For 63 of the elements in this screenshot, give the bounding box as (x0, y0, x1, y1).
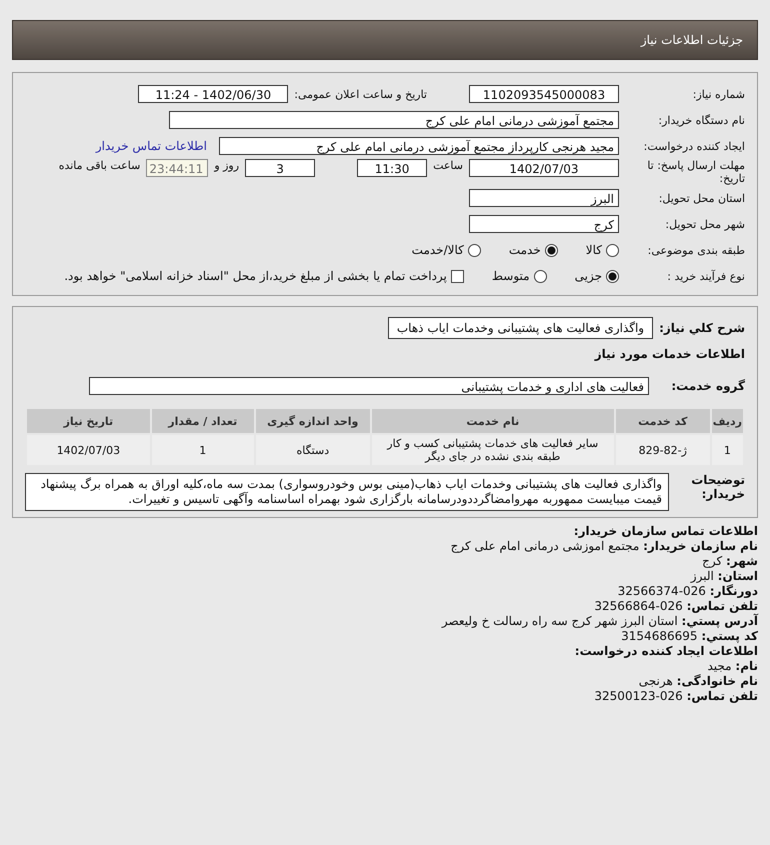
contact-line: آدرس پستي: استان البرز شهر کرج سه راه رسالت خ ولیعصر (442, 614, 758, 628)
buyer-notes-field: واگذاری فعالیت های پشتیبانی وخدمات ایاب ذهاب(مینی بوس وخودروسواری) بمدت سه ماه،کلیه اوراق به همراه برگ پیشنهاد قیمت میبایست ممهوربه مهروامضاگرددودرسامانه بارگزاری شود بهمراه اساسنامه وآگهی تاسیس و تغییرات. (25, 473, 669, 511)
column-header: کد خدمت (616, 409, 710, 433)
page-title: جزئیات اطلاعات نیاز (640, 33, 743, 47)
field-label: توضیحات خریدار: (690, 473, 745, 501)
field-label: مهلت ارسال پاسخ: تا تاریخ: (646, 159, 745, 185)
field-label: طبقه بندی موضوعی: (646, 244, 745, 256)
field-label: ساعت (433, 159, 463, 172)
remaining-time-field: 23:44:11 (146, 159, 208, 177)
column-header: تعداد / مقدار (152, 409, 254, 433)
contact-line: استان: البرز (690, 569, 758, 583)
buyer-org-field: مجتمع آموزشی درمانی امام علی کرج (169, 111, 619, 129)
field-label: شماره نیاز: (692, 88, 745, 100)
table-cell: دستگاه (256, 435, 370, 465)
checkbox[interactable] (450, 270, 464, 282)
contact-line: نام خانوادگی: هرنجی (638, 674, 758, 688)
column-header: ردیف (712, 409, 743, 433)
table-cell: 1 (152, 435, 254, 465)
column-header: واحد اندازه گیری (256, 409, 370, 433)
days-field: 3 (245, 159, 316, 177)
section-heading: اطلاعات خدمات مورد نیاز (594, 347, 745, 361)
deadline-date-field: 1402/07/03 (469, 159, 619, 177)
radio-label: جزیی (574, 269, 602, 283)
field-label: شرح کلي نیاز: (659, 321, 745, 335)
contact-line: شهر: کرج (702, 554, 758, 568)
radio-button[interactable] (544, 244, 558, 256)
field-label: ایجاد کننده درخواست: (642, 140, 745, 152)
column-header: نام خدمت (372, 409, 614, 433)
summary-field: واگذاری فعالیت های پشتیبانی وخدمات ایاب ذهاب (388, 317, 654, 339)
table-cell: 1 (712, 435, 743, 465)
radio-label: کالا/خدمت (412, 243, 464, 257)
contact-heading: اطلاعات تماس سازمان خریدار: (574, 524, 758, 538)
field-label: نام دستگاه خریدار: (657, 114, 745, 126)
deadline-time-field: 11:30 (357, 159, 428, 177)
table-cell: ژ-82-829 (616, 435, 710, 465)
field-label: ساعت باقی مانده (58, 159, 140, 172)
need-number-field: 1102093545000083 (469, 85, 619, 103)
checkbox-label: پرداخت تمام یا بخشی از مبلغ خرید،از محل "اسناد خزانه اسلامی" خواهد بود. (64, 269, 447, 283)
field-label: شهر محل تحویل: (664, 218, 745, 230)
field-label: استان محل تحویل: (658, 192, 745, 204)
contact-line: نام سازمان خریدار: مجتمع اموزشی درمانی امام علی کرج (450, 539, 758, 553)
buyer-contact-link[interactable]: اطلاعات تماس خریدار (96, 139, 207, 153)
radio-button[interactable] (534, 270, 547, 282)
radio-button[interactable] (468, 244, 481, 256)
contact-heading: اطلاعات ایجاد کننده درخواست: (574, 644, 758, 658)
field-label: نوع فرآیند خرید : (666, 270, 745, 282)
radio-label: کالا (586, 243, 602, 257)
field-label: گروه خدمت: (670, 379, 745, 393)
city-field: کرج (469, 215, 619, 233)
radio-button[interactable] (606, 244, 619, 256)
requester-field: مجید هرنجی کارپرداز مجتمع آموزشی درمانی امام علی کرج (219, 137, 619, 155)
field-label: روز و (214, 159, 240, 172)
province-field: البرز (469, 189, 619, 207)
contact-line: نام: مجید (707, 659, 758, 673)
radio-label: متوسط (492, 269, 530, 283)
service-group-field: فعالیت های اداری و خدمات پشتیبانی (89, 377, 649, 395)
field-label: تاریخ و ساعت اعلان عمومی: (294, 88, 427, 100)
radio-button[interactable] (606, 270, 619, 282)
radio-label: خدمت (508, 243, 541, 257)
table-cell: 1402/07/03 (27, 435, 150, 465)
announce-date-field: 1402/06/30 - 11:24 (138, 85, 288, 103)
table-cell: سایر فعالیت های خدمات پشتیبانی کسب و کار طبقه بندی نشده در جای دیگر (372, 435, 614, 465)
column-header: تاریخ نیاز (27, 409, 150, 433)
